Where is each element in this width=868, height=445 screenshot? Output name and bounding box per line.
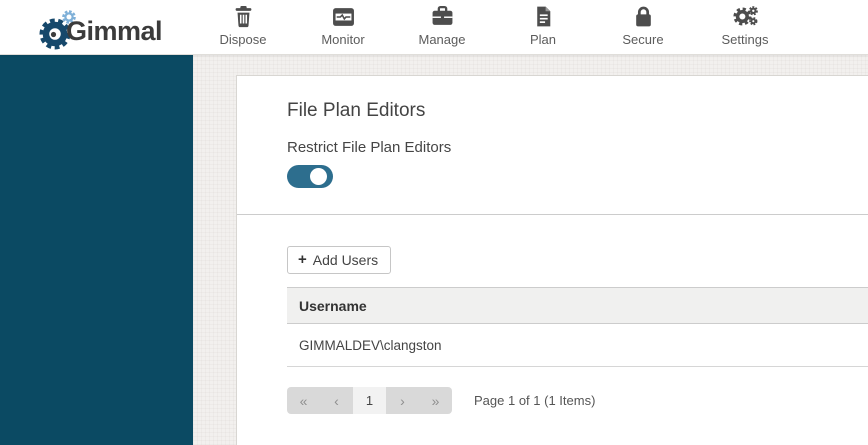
nav-label-settings: Settings [721,32,769,47]
add-users-button-label: Add Users [312,251,379,268]
nav-label-secure: Secure [622,32,664,47]
nav-item-monitor[interactable]: Monitor [298,5,388,51]
editors-table: Username GIMMALDEV\clangston [287,287,868,367]
column-header-username[interactable]: Username [287,287,868,324]
nav-label-monitor: Monitor [321,32,365,47]
nav-item-secure[interactable]: Secure [598,5,688,51]
plus-icon: + [298,251,307,268]
top-navigation-bar: Gimmal Dispose Monitor Manage Plan Secur… [0,0,868,55]
table-row[interactable]: GIMMALDEV\clangston [287,323,868,367]
restrict-toggle-label: Restrict File Plan Editors [287,139,452,156]
gears-icon [700,5,790,30]
toggle-knob [310,168,327,185]
nav-item-manage[interactable]: Manage [397,5,487,51]
monitor-icon [298,5,388,30]
first-page-button[interactable]: « [287,387,320,414]
gimmal-logo[interactable]: Gimmal [38,4,168,52]
pager-buttons: « ‹ 1 › » [287,387,452,414]
nav-item-settings[interactable]: Settings [700,5,790,51]
workspace-background: File Plan Editors Restrict File Plan Edi… [193,55,868,445]
next-page-button[interactable]: › [386,387,419,414]
previous-page-button[interactable]: ‹ [320,387,353,414]
nav-item-dispose[interactable]: Dispose [198,5,288,51]
username-cell: GIMMALDEV\clangston [287,323,868,367]
restrict-editors-section: File Plan Editors Restrict File Plan Edi… [237,76,868,215]
nav-label-manage: Manage [418,32,466,47]
page-title: File Plan Editors [287,100,426,121]
left-sidebar [0,55,193,445]
briefcase-icon [397,5,487,30]
nav-label-dispose: Dispose [219,32,267,47]
nav-label-plan: Plan [529,32,557,47]
pagination-status: Page 1 of 1 (1 Items) [474,393,596,408]
nav-item-plan[interactable]: Plan [498,5,588,51]
current-page-button[interactable]: 1 [353,387,386,414]
trash-icon [198,5,288,30]
lock-icon [598,5,688,30]
add-users-button[interactable]: + Add Users [287,246,392,274]
gimmal-logo-text: Gimmal [66,16,163,46]
pagination-bar: « ‹ 1 › » Page 1 of 1 (1 Items) [287,387,868,414]
document-icon [498,5,588,30]
editors-list-section: + Add Users Username GIMMALDEV\clangston [237,215,868,414]
last-page-button[interactable]: » [419,387,452,414]
restrict-editors-toggle[interactable] [287,165,333,188]
file-plan-editors-panel: File Plan Editors Restrict File Plan Edi… [236,75,868,445]
